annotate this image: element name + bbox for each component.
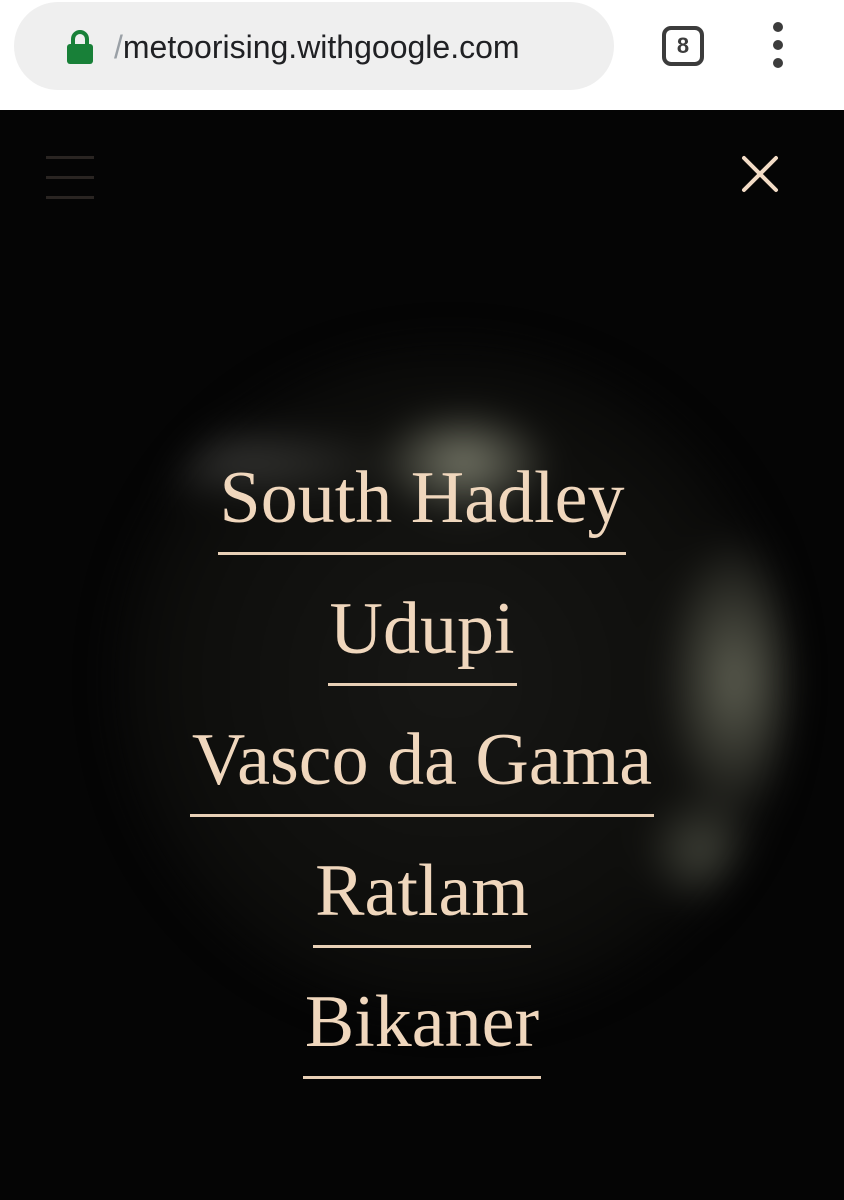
hamburger-icon[interactable] — [46, 156, 94, 200]
list-item: South Hadley — [0, 448, 844, 579]
location-nav-list: South Hadley Udupi Vasco da Gama Ratlam … — [0, 448, 844, 1103]
list-item: Bikaner — [0, 972, 844, 1103]
menu-dot — [773, 40, 783, 50]
hamburger-line — [46, 196, 94, 199]
location-link-south-hadley[interactable]: South Hadley — [217, 448, 627, 555]
location-link-udupi[interactable]: Udupi — [327, 579, 517, 686]
browser-toolbar: /metoorising.withgoogle.com 8 — [0, 0, 844, 110]
close-icon[interactable] — [740, 154, 780, 194]
list-item: Ratlam — [0, 841, 844, 972]
tab-switcher-button[interactable]: 8 — [662, 26, 704, 66]
more-vert-icon[interactable] — [760, 20, 796, 70]
menu-dot — [773, 58, 783, 68]
list-item: Vasco da Gama — [0, 710, 844, 841]
tab-count: 8 — [676, 33, 690, 58]
url-text[interactable]: /metoorising.withgoogle.com — [114, 2, 520, 92]
lock-icon — [67, 30, 93, 64]
url-host: metoorising.withgoogle.com — [122, 29, 520, 65]
location-link-bikaner[interactable]: Bikaner — [302, 972, 542, 1079]
menu-dot — [773, 22, 783, 32]
location-link-vasco-da-gama[interactable]: Vasco da Gama — [189, 710, 655, 817]
page-content: South Hadley Udupi Vasco da Gama Ratlam … — [0, 110, 844, 1200]
url-prefix: / — [114, 29, 123, 65]
list-item: Udupi — [0, 579, 844, 710]
location-link-ratlam[interactable]: Ratlam — [313, 841, 531, 948]
hamburger-line — [46, 176, 94, 179]
address-bar[interactable]: /metoorising.withgoogle.com — [14, 2, 614, 90]
hamburger-line — [46, 156, 94, 159]
